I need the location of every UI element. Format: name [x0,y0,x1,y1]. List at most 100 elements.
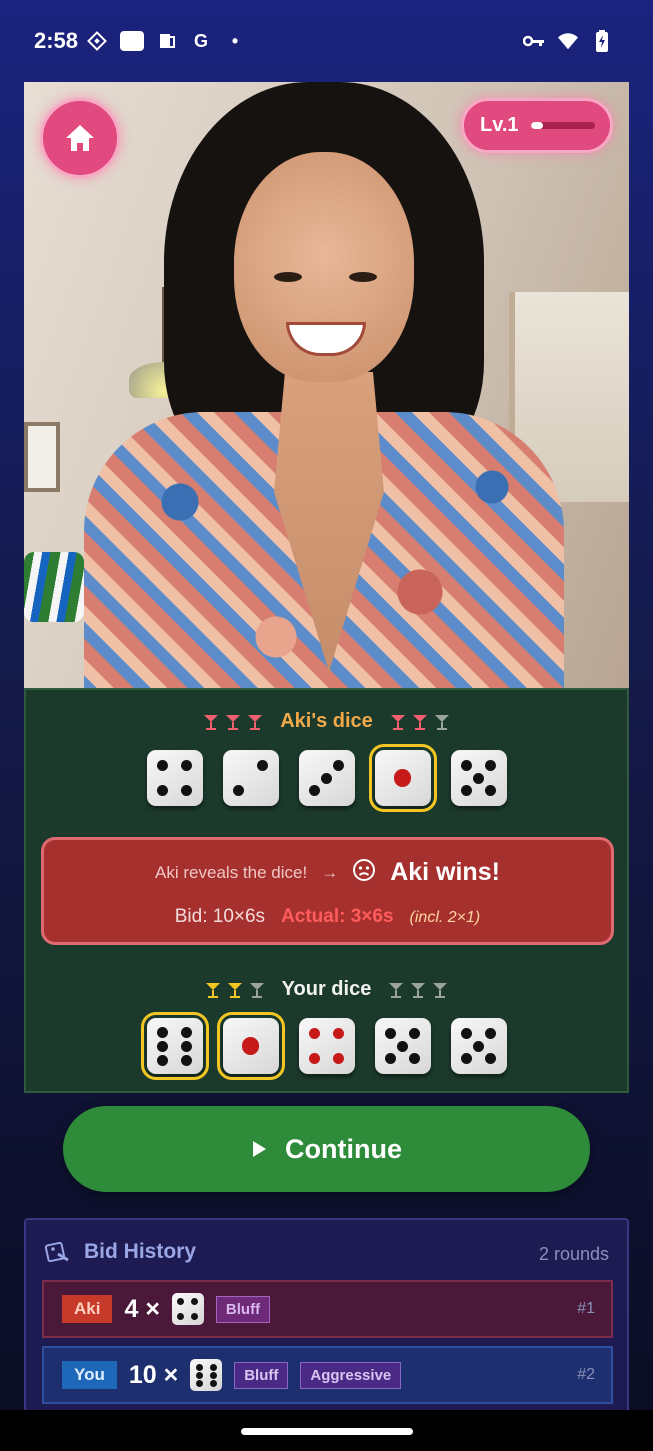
die-pip [308,1052,320,1064]
bidder-badge: You [62,1361,117,1389]
round-result-box: Aki reveals the dice! → Aki wins! Bid: 1… [41,837,614,945]
cocktail-icon [227,982,242,998]
opponent-dice-title: Aki's dice [280,710,373,732]
bid-die-face [190,1359,223,1391]
winner-text: Aki wins! [390,858,500,886]
cocktail-icon [249,982,264,998]
level-progress-bar [530,122,595,129]
die-face-3 [298,750,355,806]
die-pip [191,1298,199,1306]
status-time: 2:58 [34,28,79,53]
bid-quantity: 4 × [124,1294,160,1323]
die-pip [384,1052,396,1064]
bid-history-row[interactable]: Aki 4 × Bluff #1 [42,1280,613,1338]
cocktail-icon [411,982,426,998]
die-pip [321,772,332,784]
status-bar: 2:58 G • [0,0,653,82]
player-dice-row [26,1012,627,1080]
cocktail-icon [226,714,241,730]
bid-quantity: 10 × [128,1360,179,1389]
player-cups-left [204,981,266,999]
die-pip [384,1028,396,1040]
level-indicator[interactable]: Lv.1 [461,98,613,153]
battery-charging-icon [591,30,613,52]
die-pip [241,1037,260,1055]
cocktail-icon [204,714,219,730]
die-face-1 [216,1012,285,1080]
history-title: Bid History [84,1240,197,1263]
bid-history-row[interactable]: You 10 × Bluff Aggressive #2 [42,1346,613,1404]
history-count: 2 rounds [538,1244,609,1264]
die-pip [397,1040,408,1052]
die-pip [191,1312,199,1320]
die-pip [460,1052,472,1064]
die-pip [156,760,168,772]
striped-pillow [24,552,84,622]
die-pip [460,784,472,796]
round-number: #2 [577,1366,595,1383]
die-face-1 [368,744,437,812]
cocktail-icon [205,982,220,998]
die-pip [257,760,269,772]
level-label: Lv.1 [480,114,519,136]
die-pip [485,1052,497,1064]
cocktail-icon [248,714,263,730]
die-pip [181,1054,193,1066]
notification-icons: G • [86,30,246,52]
cocktail-icon [433,982,448,998]
level-progress-fill [530,122,544,129]
bid-tag: Bluff [215,1295,271,1323]
actual-text: Actual: 3×6s [281,906,394,927]
die-pip [393,769,412,787]
key-icon [523,30,545,52]
bid-die-face [171,1293,204,1325]
die-pip [181,1040,193,1052]
home-gesture-handle[interactable] [241,1428,413,1435]
bidder-badge: Aki [62,1295,113,1323]
die-pip [308,1028,320,1040]
google-g-icon: G [193,30,208,51]
die-face-6 [140,1012,209,1080]
cocktail-icon [389,982,404,998]
bid-tag: Bluff [234,1361,289,1389]
die-pip [485,760,497,772]
included-text: (incl. 2×1) [409,909,481,926]
die-pip [333,1052,345,1064]
die-pip [333,1028,345,1040]
cocktail-icon [434,714,449,730]
die-pip [485,784,497,796]
die-pip [409,1052,421,1064]
bid-history-panel: Bid History 2 rounds Aki 4 × Bluff #1 Yo… [24,1218,629,1418]
die-face-5 [450,750,507,806]
character-portrait [24,82,629,688]
history-icon [44,1241,69,1263]
die-pip [156,1040,168,1052]
continue-button[interactable]: Continue [63,1106,590,1192]
die-face-2 [222,750,279,806]
die-pip [156,1026,168,1038]
die-face-4 [146,750,203,806]
home-icon [66,125,94,151]
diamond-icon [86,30,108,52]
die-pip [333,760,345,772]
home-button[interactable] [40,98,120,178]
player-cups-right [387,981,449,999]
die-pip [195,1379,203,1387]
dice-game-panel: Aki's dice Aki reveals the dice! → Aki w… [24,688,629,1093]
opponent-dice-row [26,744,627,812]
die-pip [209,1371,217,1379]
reveal-text: Aki reveals the dice! [155,862,308,882]
phone-card-icon [156,30,178,52]
play-icon [253,1141,266,1157]
bid-tag: Aggressive [300,1361,402,1389]
die-pip [460,760,472,772]
die-face-5 [450,1018,507,1074]
opponent-cups-left [202,713,264,731]
player-dice-title: Your dice [281,978,372,1000]
wall-frame [24,422,60,492]
opponent-cups-right [389,713,451,731]
die-pip [485,1028,497,1040]
die-pip [156,1054,168,1066]
die-pip [195,1371,203,1379]
die-pip [460,1028,472,1040]
